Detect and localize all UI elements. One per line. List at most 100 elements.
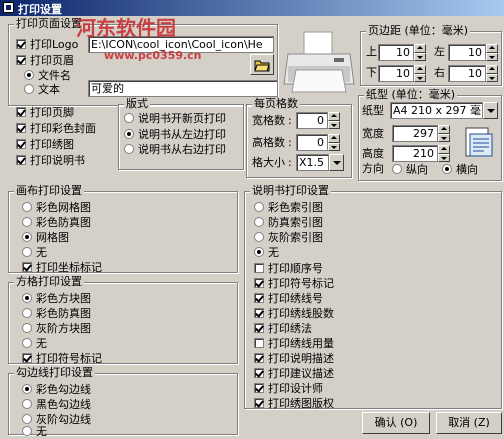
manual-print-symbol-checkbox[interactable]: 打印符号标记	[254, 276, 334, 290]
grid-width-value[interactable]: 0	[296, 112, 328, 129]
layout-newpage-radio[interactable]: 说明书开新页打印	[124, 111, 226, 125]
spin-up-icon[interactable]	[328, 134, 340, 143]
top-margin-spinner[interactable]: 10	[378, 44, 426, 61]
bottom-margin-value[interactable]: 10	[378, 65, 414, 82]
filename-radio[interactable]: 文件名	[24, 68, 71, 82]
print-order-number-checkbox[interactable]: 打印顺序号	[254, 261, 323, 275]
print-coordinate-checkbox[interactable]: 打印坐标标记	[22, 260, 102, 274]
right-margin-spinner[interactable]: 10	[448, 65, 498, 82]
square-none-radio[interactable]: 无	[22, 336, 47, 350]
spin-up-icon[interactable]	[414, 44, 426, 53]
manual-sim-index-radio[interactable]: 防真索引图	[254, 215, 323, 229]
paper-type-value[interactable]: A4 210 x 297 毫	[390, 102, 483, 119]
print-symbol-checkbox[interactable]: 打印符号标记	[22, 351, 102, 365]
square-color-sim-radio[interactable]: 彩色防真图	[22, 306, 91, 320]
left-margin-spinner[interactable]: 10	[448, 44, 498, 61]
layout-right-radio[interactable]: 说明书从右边打印	[124, 142, 226, 156]
grid-width-label: 宽格数	[252, 114, 285, 127]
print-copyright-checkbox[interactable]: 打印绣图版权	[254, 396, 334, 410]
portrait-radio[interactable]: 纵向	[392, 162, 428, 176]
right-margin-value[interactable]: 10	[448, 65, 486, 82]
chevron-down-icon[interactable]	[483, 102, 498, 119]
header-text-input[interactable]: 可爱的	[88, 80, 278, 97]
print-thread-number-checkbox[interactable]: 打印绣线号	[254, 291, 323, 305]
spinner-arrows[interactable]	[328, 134, 340, 151]
right-margin-label: 右	[434, 66, 445, 79]
grid-width-spinner[interactable]: 0	[296, 112, 340, 129]
print-manual-checkbox[interactable]: 打印说明书	[16, 153, 85, 167]
left-margin-value[interactable]: 10	[448, 44, 486, 61]
spinner-arrows[interactable]	[328, 112, 340, 129]
open-folder-button[interactable]	[250, 54, 274, 75]
spin-down-icon[interactable]	[438, 133, 450, 142]
radio-icon	[22, 426, 32, 436]
spinner-arrows[interactable]	[486, 44, 498, 61]
print-designer-checkbox[interactable]: 打印设计师	[254, 381, 323, 395]
backstitch-color-radio[interactable]: 彩色勾边线	[22, 382, 91, 396]
backstitch-black-radio[interactable]: 黑色勾边线	[22, 397, 91, 411]
print-embroidery-checkbox[interactable]: 打印绣图	[16, 137, 74, 151]
bottom-margin-spinner[interactable]: 10	[378, 65, 426, 82]
landscape-radio[interactable]: 横向	[442, 162, 478, 176]
spin-up-icon[interactable]	[438, 125, 450, 134]
backstitch-none-radio[interactable]: 无	[22, 424, 47, 438]
spin-down-icon[interactable]	[328, 142, 340, 151]
text-radio[interactable]: 文本	[24, 82, 60, 96]
grid-size-select[interactable]: X1.5	[296, 154, 344, 171]
print-footer-checkbox[interactable]: 打印页脚	[16, 105, 74, 119]
print-logo-checkbox[interactable]: 打印Logo	[16, 37, 78, 51]
canvas-none-radio[interactable]: 无	[22, 245, 47, 259]
grid-height-value[interactable]: 0	[296, 134, 328, 151]
cancel-button[interactable]: 取消 (Z)	[436, 412, 502, 434]
spin-down-icon[interactable]	[328, 120, 340, 129]
orientation-label: 方向	[362, 162, 384, 175]
grid-size-value[interactable]: X1.5	[296, 154, 329, 171]
top-margin-value[interactable]: 10	[378, 44, 414, 61]
spin-up-icon[interactable]	[414, 65, 426, 74]
spin-down-icon[interactable]	[486, 73, 498, 82]
square-gray-block-radio[interactable]: 灰阶方块图	[22, 321, 91, 335]
paper-type-select[interactable]: A4 210 x 297 毫	[390, 102, 498, 119]
print-description-checkbox[interactable]: 打印说明描述	[254, 351, 334, 365]
bottom-margin-label: 下	[366, 66, 377, 79]
spin-down-icon[interactable]	[414, 73, 426, 82]
grid-height-spinner[interactable]: 0	[296, 134, 340, 151]
paper-width-spinner[interactable]: 297	[392, 125, 450, 142]
print-header-checkbox[interactable]: 打印页眉	[16, 53, 74, 67]
spin-down-icon[interactable]	[438, 153, 450, 162]
spinner-arrows[interactable]	[414, 44, 426, 61]
spinner-arrows[interactable]	[486, 65, 498, 82]
manual-none-radio[interactable]: 无	[254, 245, 279, 259]
ok-button[interactable]: 确认 (O)	[362, 412, 430, 434]
spinner-arrows[interactable]	[438, 125, 450, 142]
layout-left-radio[interactable]: 说明书从左边打印	[124, 127, 226, 141]
square-color-block-radio[interactable]: 彩色方块图	[22, 291, 91, 305]
spin-down-icon[interactable]	[414, 52, 426, 61]
radio-selected-icon	[254, 247, 264, 257]
paper-height-value[interactable]: 210	[392, 145, 438, 162]
spin-down-icon[interactable]	[486, 52, 498, 61]
print-strand-count-checkbox[interactable]: 打印绣线股数	[254, 306, 334, 320]
spin-up-icon[interactable]	[486, 65, 498, 74]
print-thread-usage-checkbox[interactable]: 打印绣线用量	[254, 336, 334, 350]
spin-up-icon[interactable]	[486, 44, 498, 53]
radio-selected-icon	[22, 232, 32, 242]
canvas-color-grid-radio[interactable]: 彩色网格图	[22, 200, 91, 214]
chevron-down-icon[interactable]	[329, 154, 344, 171]
manual-color-index-radio[interactable]: 彩色索引图	[254, 200, 323, 214]
spin-up-icon[interactable]	[328, 112, 340, 121]
spinner-arrows[interactable]	[414, 65, 426, 82]
canvas-grid-radio[interactable]: 网格图	[22, 230, 69, 244]
checkbox-checked-icon	[254, 308, 264, 318]
spinner-arrows[interactable]	[438, 145, 450, 162]
canvas-color-sim-radio[interactable]: 彩色防真图	[22, 215, 91, 229]
print-color-cover-checkbox[interactable]: 打印彩色封面	[16, 121, 96, 135]
checkbox-checked-icon	[16, 39, 26, 49]
print-stitch-method-checkbox[interactable]: 打印绣法	[254, 321, 312, 335]
manual-gray-index-radio[interactable]: 灰阶索引图	[254, 230, 323, 244]
print-suggestion-checkbox[interactable]: 打印建议描述	[254, 366, 334, 380]
radio-icon	[254, 217, 264, 227]
paper-height-spinner[interactable]: 210	[392, 145, 450, 162]
spin-up-icon[interactable]	[438, 145, 450, 154]
paper-width-value[interactable]: 297	[392, 125, 438, 142]
